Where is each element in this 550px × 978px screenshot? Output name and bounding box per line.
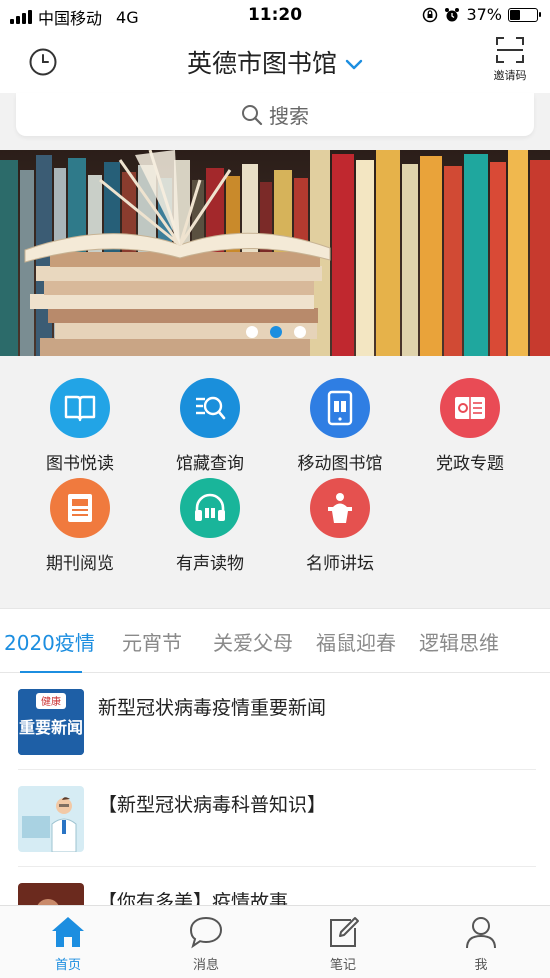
news-list: 健康 重要新闻 新型冠状病毒疫情重要新闻 【新型冠状病毒科普知识】 【你有多美】… (0, 673, 550, 905)
thumb-text: 重要新闻 (19, 718, 83, 737)
bottom-tab-messages[interactable]: 消息 (166, 914, 246, 973)
headphones-icon (180, 478, 240, 538)
home-icon (52, 917, 84, 947)
bottom-tab-label: 首页 (54, 958, 81, 973)
bottom-tab-home[interactable]: 首页 (28, 914, 108, 973)
list-item[interactable]: 【你有多美】疫情故事 (18, 867, 536, 905)
search-list-icon (180, 378, 240, 438)
alarm-icon (445, 7, 460, 21)
tab-rat-spring[interactable]: 福鼠迎春 (316, 627, 396, 656)
list-item[interactable]: 健康 重要新闻 新型冠状病毒疫情重要新闻 (18, 673, 536, 770)
carousel-dot-active[interactable] (270, 326, 282, 338)
scan-icon (496, 37, 524, 63)
news-title: 新型冠状病毒疫情重要新闻 (98, 697, 327, 719)
fn-collection-search[interactable]: 馆藏查询 (145, 378, 275, 474)
news-title: 【新型冠状病毒科普知识】 (98, 794, 327, 816)
carousel-dots[interactable] (246, 326, 306, 338)
phone-book-icon (310, 378, 370, 438)
search-area: 搜索 (0, 93, 550, 150)
list-item[interactable]: 【新型冠状病毒科普知识】 (18, 770, 536, 867)
function-grid: 图书悦读 馆藏查询 移动图书馆 党政专题 期刊阅览 有声读物 名师讲坛 (0, 356, 550, 608)
invite-code-button[interactable]: 邀请码 (490, 36, 530, 83)
message-icon (189, 916, 223, 949)
bottom-tab-bar: 首页 消息 笔记 我 (0, 905, 550, 978)
podium-icon (310, 478, 370, 538)
fn-book-reading[interactable]: 图书悦读 (15, 378, 145, 474)
bottom-tab-notes[interactable]: 笔记 (303, 914, 383, 973)
page-title: 英德市图书馆 (186, 49, 337, 78)
fn-lecture-forum[interactable]: 名师讲坛 (275, 478, 405, 574)
battery-percent: 37% (466, 5, 502, 24)
bottom-tab-label: 我 (474, 958, 488, 973)
orientation-lock-icon (423, 7, 438, 22)
fn-mobile-library[interactable]: 移动图书馆 (275, 378, 405, 474)
fn-label: 党政专题 (436, 454, 504, 474)
fn-audiobooks[interactable]: 有声读物 (145, 478, 275, 574)
status-bar: 中国移动 4G 11:20 37% (0, 0, 550, 30)
user-icon (466, 917, 496, 949)
bottom-tab-label: 笔记 (329, 958, 356, 973)
tab-2020-epidemic[interactable]: 2020疫情 (4, 627, 95, 656)
fn-label: 名师讲坛 (306, 554, 374, 574)
fn-label: 期刊阅览 (46, 554, 114, 574)
fn-label: 有声读物 (176, 554, 244, 574)
category-tabs: 2020疫情 元宵节 关爱父母 福鼠迎春 逻辑思维 (0, 608, 550, 674)
fn-party-topics[interactable]: 党政专题 (405, 378, 535, 474)
invite-label: 邀请码 (493, 69, 527, 82)
fn-label: 移动图书馆 (297, 454, 383, 474)
tab-care-parents[interactable]: 关爱父母 (213, 627, 293, 656)
tab-logic-thinking[interactable]: 逻辑思维 (419, 627, 499, 656)
search-input[interactable]: 搜索 (16, 93, 534, 136)
fn-label: 图书悦读 (46, 454, 114, 474)
carousel-dot[interactable] (246, 326, 258, 338)
news-thumbnail: 健康 重要新闻 (18, 689, 84, 755)
chevron-down-icon (345, 59, 363, 70)
bottom-tab-me[interactable]: 我 (441, 914, 521, 973)
news-thumbnail (18, 883, 84, 905)
fn-journal-reading[interactable]: 期刊阅览 (15, 478, 145, 574)
book-icon (50, 378, 110, 438)
search-icon (242, 104, 263, 125)
journal-icon (50, 478, 110, 538)
library-selector[interactable]: 英德市图书馆 (0, 44, 550, 80)
note-icon (330, 917, 359, 947)
party-flag-icon (440, 378, 500, 438)
carousel-dot[interactable] (294, 326, 306, 338)
tab-lantern-festival[interactable]: 元宵节 (122, 627, 182, 656)
fn-label: 馆藏查询 (176, 454, 244, 474)
search-placeholder: 搜索 (269, 104, 309, 128)
bottom-tab-label: 消息 (192, 958, 219, 973)
battery-icon (508, 7, 541, 22)
news-title: 【你有多美】疫情故事 (98, 891, 289, 905)
news-thumbnail (18, 786, 84, 852)
thumb-top-text: 健康 (41, 695, 61, 708)
status-right: 37% (422, 5, 541, 24)
top-navbar: 英德市图书馆 邀请码 (0, 30, 550, 93)
